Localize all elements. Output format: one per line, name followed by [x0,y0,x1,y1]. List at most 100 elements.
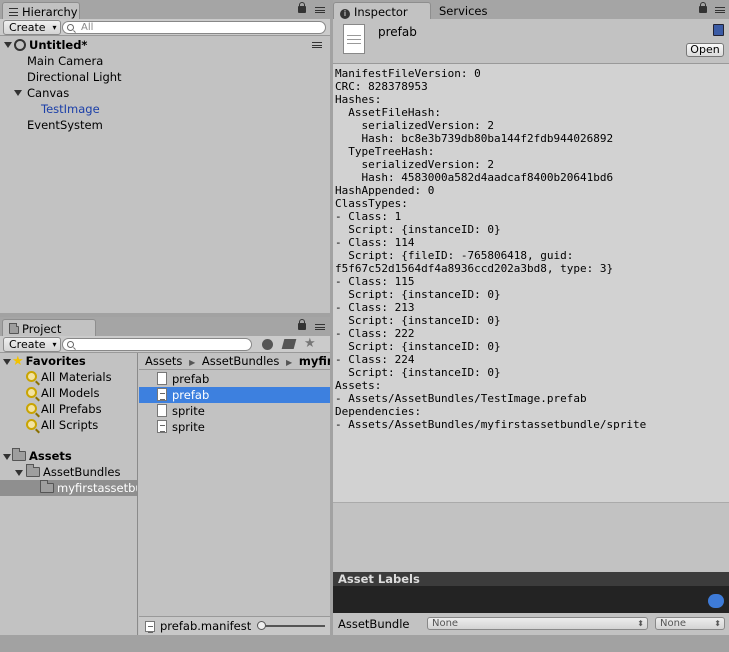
hierarchy-item-canvas[interactable]: Canvas [27,85,69,101]
scene-menu-icon[interactable] [312,42,322,48]
manifest-line: Script: {instanceID: 0} [335,288,501,301]
favorite-all-materials[interactable]: All Materials [26,369,112,385]
manifest-line: ClassTypes: [335,197,408,210]
lock-icon[interactable] [699,2,707,13]
folder-myfirstassetbundle[interactable]: myfirstassetbundle [0,480,137,496]
scene-name: Untitled* [29,38,88,52]
expand-triangle-icon[interactable] [4,42,12,48]
manifest-line: TypeTreeHash: [335,145,435,158]
lock-icon[interactable] [298,2,306,13]
manifest-line: - Class: 114 [335,236,415,249]
hierarchy-item-main-camera[interactable]: Main Camera [27,53,103,69]
manifest-line: Hashes: [335,93,382,106]
panel-menu-icon[interactable] [715,7,725,13]
tab-project[interactable]: Project [2,319,96,336]
manifest-line: Script: {instanceID: 0} [335,223,501,236]
folder-assetbundles[interactable]: AssetBundles [26,464,120,480]
info-icon: i [340,9,350,19]
search-filter-icon [26,371,37,382]
asset-labels-title-bar[interactable]: Asset Labels [333,572,729,586]
favorite-label: All Materials [41,370,112,384]
scene-row[interactable]: Untitled* [0,37,330,53]
slider-thumb[interactable] [257,621,266,630]
assets-header[interactable]: Assets [12,448,72,464]
tab-inspector[interactable]: i Inspector [333,2,431,19]
variant-dropdown[interactable]: None ⬍ [655,617,725,630]
assetbundle-row: AssetBundle None ⬍ None ⬍ [333,613,729,635]
assetbundle-dropdown[interactable]: None ⬍ [427,617,648,630]
canvas-expand-triangle-icon[interactable] [14,90,22,96]
hierarchy-toolbar: Create All [0,19,330,36]
file-icon [157,372,167,385]
project-toolbar: Create ★ [0,336,330,353]
file-label: prefab [172,372,210,386]
manifest-line: Script: {instanceID: 0} [335,314,501,327]
file-prefab-selected[interactable]: prefab [139,387,330,403]
tab-hierarchy-label: Hierarchy [22,5,78,19]
assets-expand-icon[interactable] [3,454,11,460]
open-button[interactable]: Open [686,43,724,57]
folder-icon [40,480,54,493]
star-icon: ★ [12,354,24,369]
file-sprite-manifest[interactable]: sprite [157,403,205,419]
favorite-label: All Models [41,386,100,400]
tab-hierarchy[interactable]: Hierarchy [2,2,80,19]
hierarchy-panel: Hierarchy Create All Untitled* Main Came… [0,0,330,313]
tab-services[interactable]: Services [433,2,513,19]
favorite-all-prefabs[interactable]: All Prefabs [26,401,102,417]
breadcrumb-assetbundles[interactable]: AssetBundles [202,354,279,368]
panel-menu-icon[interactable] [315,324,325,330]
filter-by-label-icon[interactable] [281,339,297,349]
icon-size-slider[interactable] [257,621,325,630]
folder-label: myfirstassetbundle [57,481,137,495]
hierarchy-search-input[interactable]: All [62,21,326,34]
search-filter-icon [26,403,37,414]
hierarchy-item-eventsystem[interactable]: EventSystem [27,117,103,133]
assetbundles-expand-icon[interactable] [15,470,23,476]
assetbundle-label: AssetBundle [338,617,410,631]
file-label: prefab [172,388,210,402]
inspector-header: prefab Open [333,19,729,64]
status-file-label: prefab.manifest [160,619,252,633]
label-tag-icon[interactable] [708,594,724,608]
manifest-line: - Class: 213 [335,301,415,314]
favorite-star-icon[interactable]: ★ [304,336,316,351]
prefab-asset-icon [343,24,365,54]
file-icon [145,621,155,633]
file-icon [157,404,167,417]
create-label: Create [9,21,46,34]
inspector-panel: i Inspector Services prefab Open Manifest… [333,0,729,635]
manifest-line: - Class: 224 [335,353,415,366]
manifest-line: Hash: 4583000a582d4aadcaf8400b20641bd6 [335,171,614,184]
project-tabbar: Project [0,317,330,336]
breadcrumb-assets[interactable]: Assets [145,354,182,368]
manifest-text: ManifestFileVersion: 0 CRC: 828378953 Hash… [335,67,727,502]
manifest-line: Script: {fileID: -765806418, guid: [335,249,574,262]
hierarchy-create-button[interactable]: Create [3,20,61,35]
favorite-all-models[interactable]: All Models [26,385,99,401]
project-create-button[interactable]: Create [3,337,61,352]
lock-icon[interactable] [298,319,306,330]
folder-label: AssetBundles [43,465,121,479]
search-filter-icon [26,387,37,398]
prefab-file-icon [157,388,167,401]
breadcrumb-myfirstassetbundle[interactable]: myfirstassetbundle [299,354,330,368]
hierarchy-item-testimage[interactable]: TestImage [41,101,100,117]
hierarchy-item-directional-light[interactable]: Directional Light [27,69,122,85]
file-label: sprite [172,404,205,418]
folder-icon [12,448,26,461]
panel-menu-icon[interactable] [315,7,325,13]
manifest-line: Script: {instanceID: 0} [335,340,501,353]
favorite-all-scripts[interactable]: All Scripts [26,417,98,433]
project-search-input[interactable] [62,338,252,351]
manifest-line: AssetFileHash: [335,106,441,119]
file-prefab-manifest[interactable]: prefab [157,371,209,387]
filter-by-type-icon[interactable] [262,339,273,350]
help-book-icon[interactable] [713,24,724,36]
favorites-expand-icon[interactable] [3,359,11,365]
favorites-header[interactable]: ★ Favorites [12,353,86,370]
dropdown-arrow-icon: ⬍ [714,619,721,628]
file-sprite[interactable]: sprite [157,419,205,435]
manifest-line: - Class: 222 [335,327,415,340]
breadcrumb-separator-icon: ▶ [189,358,196,367]
